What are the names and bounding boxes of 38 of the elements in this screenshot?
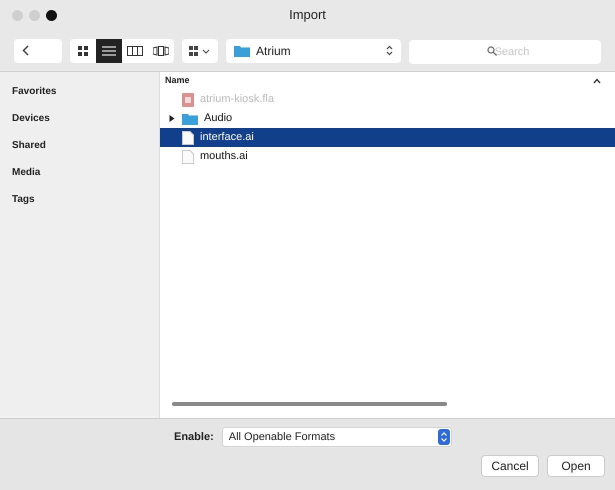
document-icon — [182, 150, 194, 164]
file-row[interactable]: interface.ai — [160, 128, 615, 147]
folder-icon — [182, 112, 198, 124]
updown-icon — [438, 429, 450, 445]
enable-label: Enable: — [174, 430, 214, 445]
columns-icon — [127, 46, 143, 56]
file-name: interface.ai — [200, 130, 254, 146]
sidebar-section[interactable]: Media — [12, 165, 159, 180]
view-mode-button[interactable] — [96, 38, 122, 62]
dialog-button[interactable]: Open — [547, 455, 605, 477]
file-row[interactable]: mouths.ai — [160, 147, 615, 166]
list-icon — [102, 46, 116, 56]
updown-icon — [386, 45, 393, 56]
folder-icon — [234, 44, 250, 56]
window-title: Import — [289, 6, 326, 24]
file-name: Audio — [204, 111, 232, 126]
zoom-icon[interactable] — [46, 10, 57, 21]
file-row[interactable]: Audio — [160, 109, 615, 128]
sidebar-section[interactable]: Shared — [12, 138, 159, 153]
grid-icon — [78, 46, 88, 56]
arrange-button[interactable] — [182, 38, 218, 62]
sidebar-section[interactable]: Devices — [12, 111, 159, 126]
search-icon — [487, 46, 497, 56]
coverflow-icon — [153, 46, 169, 56]
file-icon — [182, 92, 194, 106]
chevron-left-icon — [22, 45, 29, 56]
dialog-button[interactable]: Cancel — [481, 455, 539, 477]
search-field[interactable]: Search — [409, 40, 601, 64]
column-header[interactable]: Name — [165, 74, 190, 88]
file-name: mouths.ai — [200, 149, 248, 164]
file-name: atrium-kiosk.fla — [200, 92, 274, 108]
disclosure-triangle-icon[interactable] — [169, 115, 175, 122]
location-dropdown[interactable]: Atrium — [226, 38, 401, 62]
format-dropdown[interactable]: All Openable Formats — [222, 427, 452, 447]
sidebar-section[interactable]: Tags — [12, 192, 159, 207]
sidebar-section[interactable]: Favorites — [12, 84, 159, 99]
document-icon — [182, 130, 194, 144]
arrange-icon — [189, 46, 211, 56]
